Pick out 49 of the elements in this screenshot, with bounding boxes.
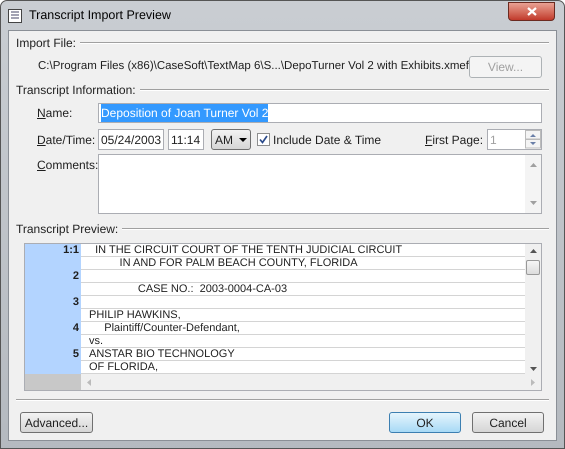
- transcript-line: ANSTAR BIO TECHNOLOGY: [81, 348, 525, 361]
- vertical-scrollbar[interactable]: [525, 244, 541, 374]
- checkbox[interactable]: [257, 133, 270, 146]
- scroll-down-icon: [530, 201, 536, 205]
- scroll-thumb[interactable]: [526, 260, 540, 275]
- spin-arrows-icon: [525, 130, 541, 149]
- page-number-cell: 5: [25, 348, 81, 361]
- page-number-cell: 2: [25, 270, 81, 283]
- transcript-line: IN THE CIRCUIT COURT OF THE TENTH JUDICIAL CIRCUIT: [81, 244, 525, 257]
- section-heading: Transcript Preview:: [16, 221, 118, 238]
- caret-icon: [239, 138, 247, 142]
- document-icon: [7, 8, 23, 24]
- section-heading: Import File:: [16, 35, 76, 52]
- section-heading: Transcript Information:: [16, 82, 136, 99]
- window-title: Transcript Import Preview: [29, 7, 171, 24]
- scroll-up-icon: [530, 249, 536, 253]
- transcript-line: Plaintiff/Counter-Defendant,: [81, 322, 525, 335]
- horizontal-scrollbar[interactable]: [81, 374, 541, 390]
- file-path: C:\Program Files (x86)\CaseSoft\TextMap 6\S...\DepoTurner Vol 2 with Exhibits.xmef: [38, 59, 469, 74]
- scroll-down-icon: [530, 367, 536, 371]
- dialog-button[interactable]: Advanced...: [20, 412, 93, 433]
- view-button: View...: [469, 56, 542, 78]
- scroll-up-icon: [530, 163, 536, 167]
- close-button[interactable]: [508, 2, 555, 21]
- page-number-cell: [25, 361, 81, 374]
- checkbox-label: Include Date & Time: [273, 132, 382, 148]
- time-field[interactable]: 11:14: [168, 129, 204, 150]
- scrollbar-corner: [25, 374, 81, 390]
- transcript-line: IN AND FOR PALM BEACH COUNTY, FLORIDA: [81, 257, 525, 270]
- transcript-line: vs.: [81, 335, 525, 348]
- page-number-cell: 1:1: [25, 244, 81, 257]
- scroll-left-icon: [87, 378, 91, 386]
- field-label: Name:: [37, 105, 74, 122]
- dialog-button[interactable]: OK: [389, 412, 461, 433]
- page-number-cell: 3: [25, 296, 81, 309]
- field-label: Date/Time:: [37, 132, 96, 148]
- transcript-line: CASE NO.: 2003-0004-CA-03: [81, 283, 525, 296]
- close-icon: [526, 7, 536, 16]
- transcript-line: PHILIP HAWKINS,: [81, 309, 525, 322]
- scroll-right-icon: [531, 378, 535, 386]
- ampm-dropdown[interactable]: AM: [211, 129, 251, 150]
- comments-field[interactable]: [98, 154, 542, 214]
- check-icon: [259, 135, 268, 144]
- page-number-cell: 4: [25, 322, 81, 335]
- field-label: First Page:: [425, 132, 484, 148]
- date-field[interactable]: 05/24/2003: [98, 129, 164, 150]
- name-value: Deposition of Joan Turner Vol 2: [101, 104, 268, 122]
- dialog-button[interactable]: Cancel: [472, 412, 544, 433]
- field-label: Comments:: [37, 157, 98, 174]
